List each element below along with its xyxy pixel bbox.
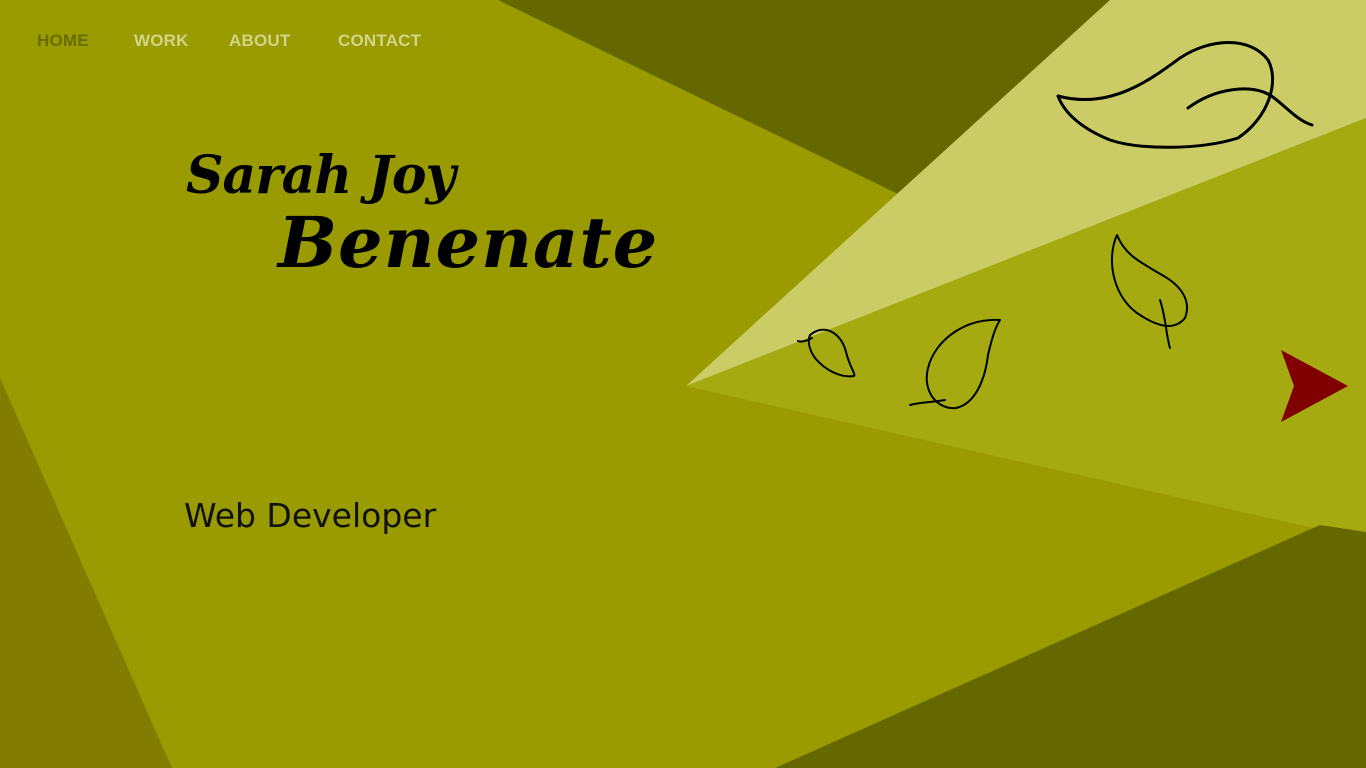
hero-last-name: Benenate xyxy=(278,201,659,284)
nav-link-about[interactable]: ABOUT xyxy=(229,31,290,51)
nav-link-home[interactable]: HOME xyxy=(37,31,89,51)
nav-link-work[interactable]: WORK xyxy=(134,31,189,51)
nav-link-contact[interactable]: CONTACT xyxy=(338,31,421,51)
bg-shape-bottom-dark xyxy=(775,525,1366,768)
hero-role: Web Developer xyxy=(184,496,437,535)
arrow-right-icon[interactable] xyxy=(1278,348,1350,424)
hero-section: HOME WORK ABOUT CONTACT Sarah Joy Benena… xyxy=(0,0,1366,768)
bg-shape-left-shadow xyxy=(0,378,172,768)
geometric-background xyxy=(0,0,1366,768)
hero-first-name: Sarah Joy xyxy=(186,145,456,206)
